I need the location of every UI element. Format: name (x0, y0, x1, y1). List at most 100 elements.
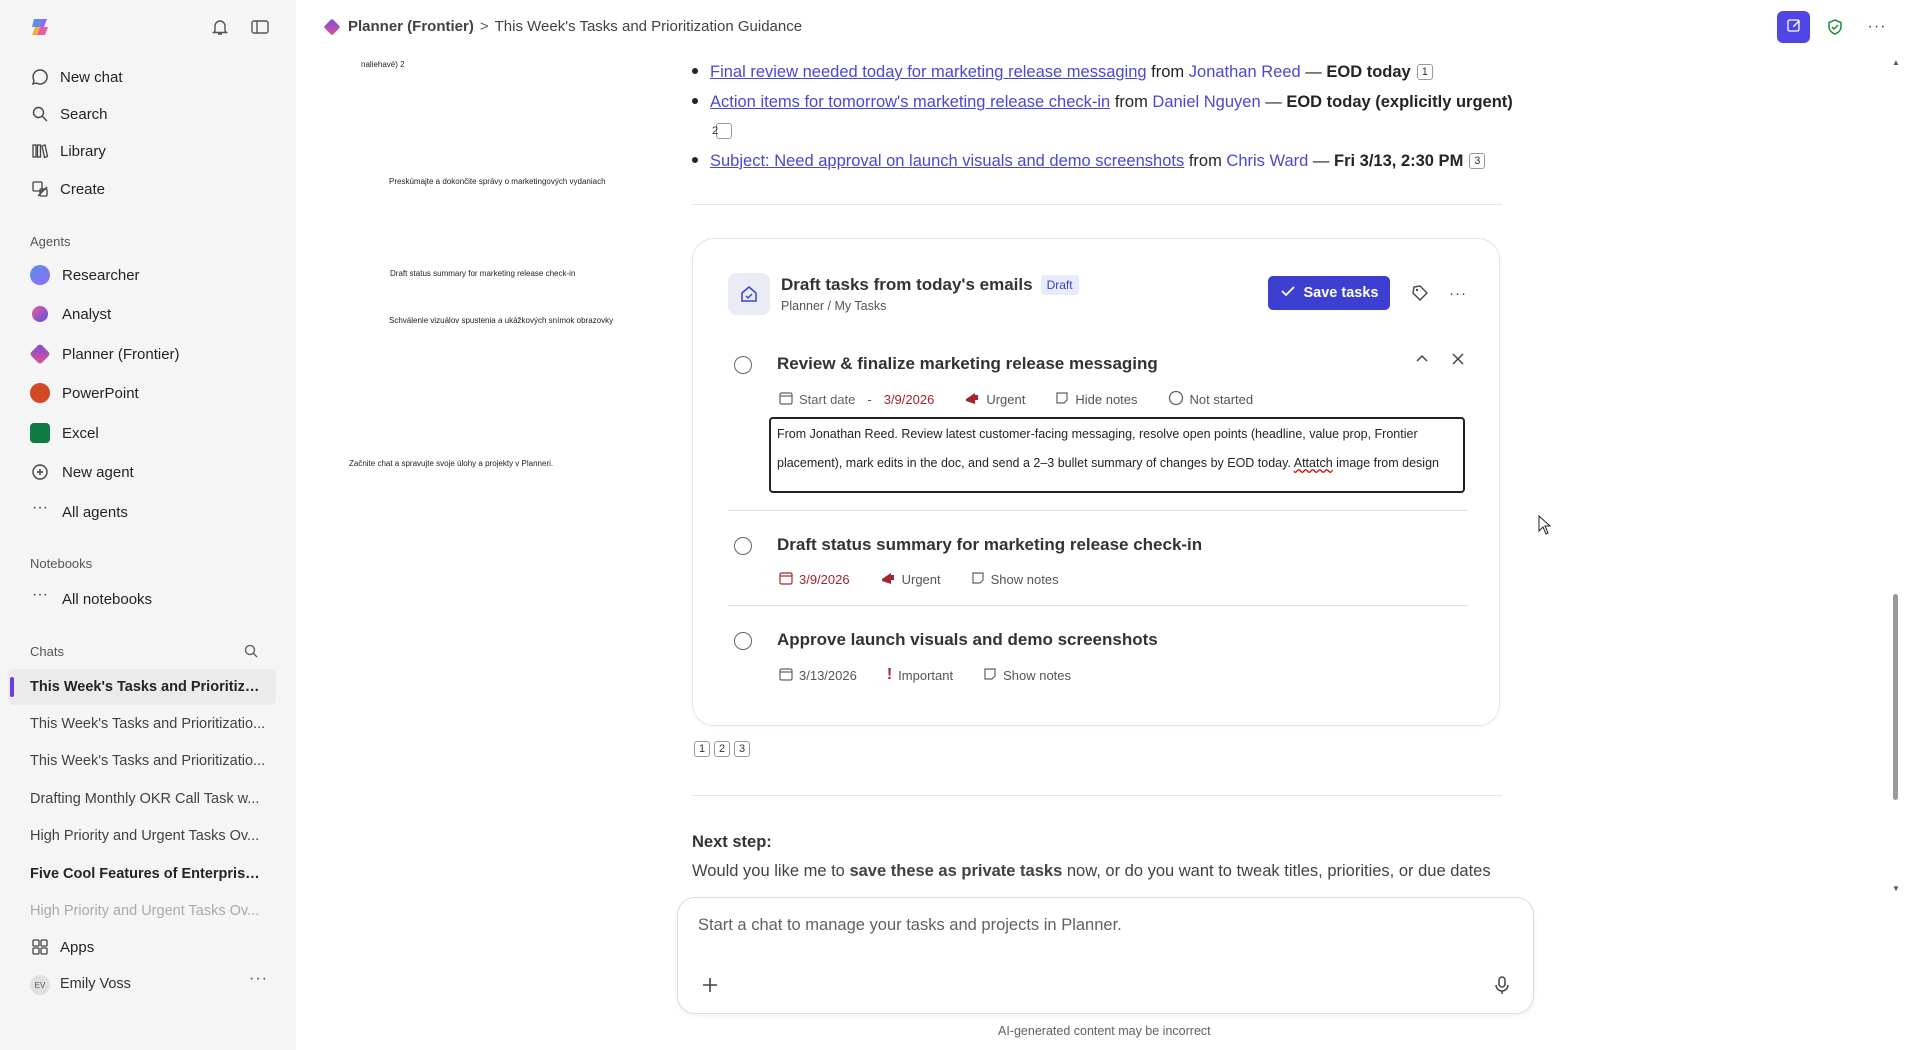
agent-all[interactable]: ··· All agents (30, 497, 128, 527)
add-attachment-icon[interactable] (698, 973, 722, 997)
task-title[interactable]: Review & finalize marketing release mess… (777, 354, 1158, 374)
chat-item[interactable]: This Week's Tasks and Prioritizati... (30, 672, 266, 702)
due-date-field[interactable]: 3/13/2026 (799, 668, 857, 683)
bullet-dot (692, 67, 698, 74)
agent-researcher[interactable]: Researcher (30, 260, 140, 290)
chat-search-icon[interactable] (243, 643, 259, 659)
email-bullet: Subject: Need approval on launch visuals… (692, 147, 1522, 176)
header: Planner (Frontier) > This Week's Tasks a… (296, 0, 1916, 54)
bell-icon[interactable] (210, 17, 230, 37)
dash: — (1305, 63, 1322, 81)
priority-field[interactable]: Urgent (902, 572, 941, 587)
notes-toggle[interactable]: Show notes (1003, 668, 1071, 683)
citation-badge[interactable]: 2 (712, 123, 732, 139)
card-more-icon[interactable]: ··· (1448, 283, 1468, 303)
ellipsis-icon: ··· (32, 499, 48, 516)
new-chat-button[interactable] (1777, 11, 1810, 43)
status-field[interactable]: Not started (1190, 392, 1254, 407)
agent-excel[interactable]: Excel (30, 418, 99, 448)
date-separator: - (867, 392, 872, 407)
priority-field[interactable]: Urgent (986, 392, 1025, 407)
sidebar-top (30, 16, 270, 38)
chat-item[interactable]: High Priority and Urgent Tasks Ov... (30, 896, 266, 926)
microphone-icon[interactable] (1490, 973, 1514, 997)
task-notes-textarea[interactable]: From Jonathan Reed. Review latest custom… (769, 417, 1465, 493)
due-date-field[interactable]: 3/9/2026 (799, 572, 850, 587)
notes-toggle[interactable]: Hide notes (1075, 392, 1137, 407)
bullet-dot (692, 97, 698, 104)
researcher-icon (30, 265, 50, 285)
save-tasks-button[interactable]: Save tasks (1268, 276, 1390, 310)
breadcrumb-app[interactable]: Planner (Frontier) (348, 18, 474, 35)
divider (692, 795, 1502, 796)
sidebar-toggle-icon[interactable] (250, 17, 270, 37)
notes-toggle[interactable]: Show notes (991, 572, 1059, 587)
task-complete-checkbox[interactable] (734, 537, 752, 555)
card-subtitle: Planner / My Tasks (781, 299, 887, 313)
start-date-field[interactable]: Start date (799, 392, 855, 407)
agent-analyst[interactable]: Analyst (30, 299, 111, 329)
agent-planner[interactable]: Planner (Frontier) (29, 339, 180, 369)
chats-section-label: Chats (30, 644, 64, 659)
shield-check-icon[interactable] (1824, 16, 1846, 38)
nav-create[interactable]: Create (30, 174, 105, 204)
divider (692, 204, 1502, 205)
chat-item[interactable]: Drafting Monthly OKR Call Task w... (30, 784, 266, 814)
chat-item[interactable]: Five Cool Features of Enterprise ... (30, 859, 266, 889)
priority-field[interactable]: Important (898, 668, 953, 683)
nav-library[interactable]: Library (30, 136, 106, 166)
citation-badge[interactable]: 2 (714, 741, 730, 757)
agent-powerpoint[interactable]: PowerPoint (30, 378, 139, 408)
task-complete-checkbox[interactable] (734, 356, 752, 374)
sender-name[interactable]: Chris Ward (1226, 152, 1308, 170)
nav-apps[interactable]: Apps (30, 932, 94, 962)
breadcrumb: Planner (Frontier) > This Week's Tasks a… (323, 18, 802, 35)
close-icon[interactable] (1450, 351, 1470, 371)
user-more-icon[interactable]: ··· (249, 970, 268, 988)
new-agent-icon (30, 462, 50, 482)
calendar-icon (779, 571, 793, 588)
task-title[interactable]: Draft status summary for marketing relea… (777, 535, 1202, 555)
citation-badge[interactable]: 3 (734, 741, 750, 757)
chat-item[interactable]: This Week's Tasks and Prioritizatio... (30, 746, 266, 776)
email-link[interactable]: Subject: Need approval on launch visuals… (710, 152, 1184, 170)
chat-item[interactable]: High Priority and Urgent Tasks Ov... (30, 821, 266, 851)
citation-badge[interactable]: 3 (1469, 153, 1486, 169)
chevron-up-icon[interactable] (1414, 351, 1434, 371)
from-text: from (1188, 152, 1222, 170)
scroll-down-arrow-icon[interactable]: ▼ (1892, 884, 1900, 893)
scrollbar-thumb[interactable] (1893, 594, 1898, 800)
library-icon (30, 141, 50, 161)
user-name[interactable]: Emily Voss (60, 976, 131, 992)
agent-label: All agents (62, 503, 128, 521)
due-date-field[interactable]: 3/9/2026 (884, 392, 935, 407)
sender-name[interactable]: Daniel Nguyen (1152, 93, 1260, 111)
all-notebooks[interactable]: ··· All notebooks (30, 584, 152, 614)
citation-badge[interactable]: 1 (694, 741, 710, 757)
create-icon (30, 179, 50, 199)
email-link[interactable]: Action items for tomorrow's marketing re… (710, 93, 1110, 111)
more-options-icon[interactable]: ··· (1866, 16, 1888, 38)
sender-name[interactable]: Jonathan Reed (1189, 63, 1301, 81)
due-text: Fri 3/13, 2:30 PM (1334, 152, 1464, 170)
task-title[interactable]: Approve launch visuals and demo screensh… (777, 630, 1158, 650)
citation-badge[interactable]: 1 (1416, 64, 1433, 80)
copilot-logo-icon[interactable] (30, 16, 52, 38)
agent-new[interactable]: New agent (30, 457, 134, 487)
planner-home-icon (728, 273, 770, 315)
sidebar: New chat Search Library Create Agents Re… (0, 0, 296, 1050)
planner-icon (29, 343, 51, 365)
tag-icon[interactable] (1410, 283, 1430, 303)
chat-input[interactable] (698, 910, 1498, 940)
nav-search[interactable]: Search (30, 99, 108, 129)
task-draft-card: Draft tasks from today's emails Draft Pl… (692, 238, 1500, 726)
agents-section-label: Agents (30, 234, 71, 249)
chat-item[interactable]: This Week's Tasks and Prioritizatio... (30, 709, 266, 739)
from-text: from (1114, 93, 1148, 111)
task-complete-checkbox[interactable] (734, 632, 752, 650)
card-title: Draft tasks from today's emails Draft (781, 275, 1079, 295)
avatar[interactable]: EV (30, 975, 50, 995)
email-link[interactable]: Final review needed today for marketing … (710, 63, 1147, 81)
nav-new-chat[interactable]: New chat (30, 62, 123, 92)
scroll-up-arrow-icon[interactable]: ▲ (1892, 58, 1900, 67)
